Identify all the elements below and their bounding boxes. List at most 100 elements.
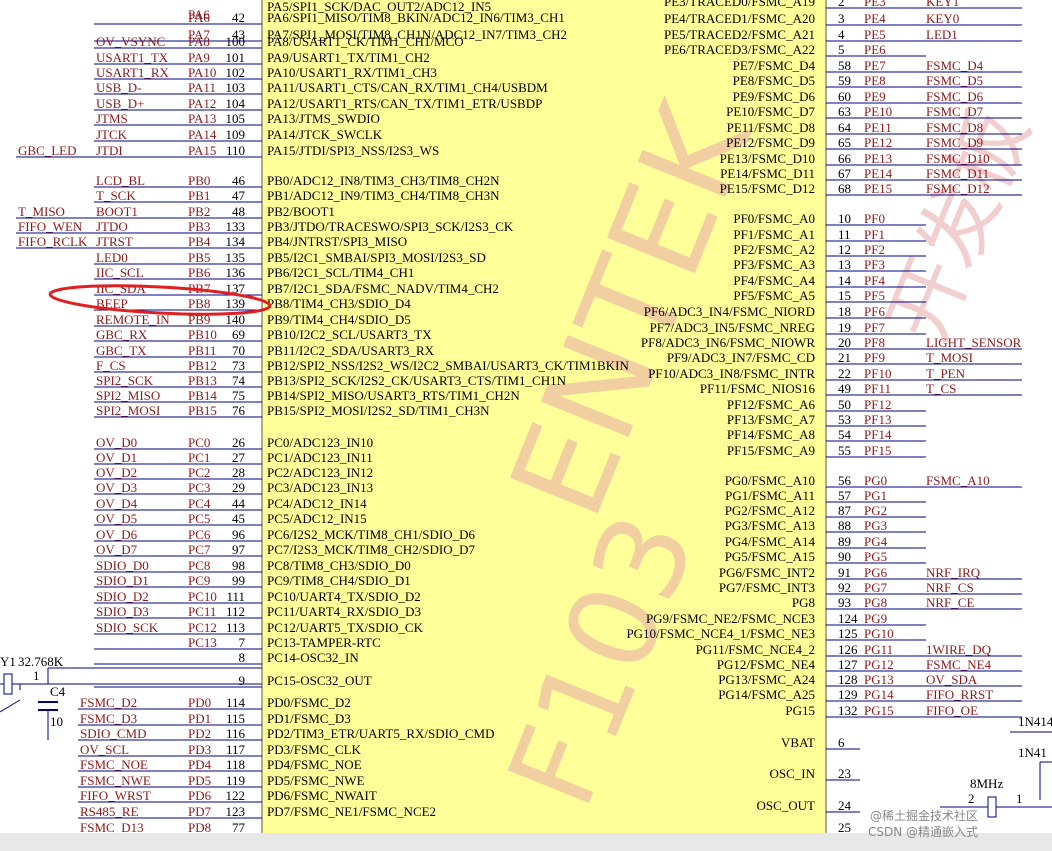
left-port-label: PD0 — [188, 695, 211, 710]
right-port-label: PE6 — [864, 42, 886, 57]
right-pin-row: PE8/FSMC_D5 59 PE8 FSMC_D5 — [733, 73, 1022, 88]
right-pin-number: 88 — [838, 518, 851, 533]
right-signal-label: FSMC_A10 — [926, 473, 990, 488]
right-signal-label: FSMC_NE4 — [926, 657, 992, 672]
right-pin-function: PG12/FSMC_NE4 — [717, 657, 816, 672]
left-pin-function: PD2/TIM3_ETR/UART5_RX/SDIO_CMD — [267, 726, 494, 741]
right-pin-row: PG9/FSMC_NE2/FSMC_NCE3 124 PG9 — [646, 611, 926, 626]
right-pin-function: PF10/ADC3_IN8/FSMC_INTR — [648, 366, 815, 381]
left-signal-label: SPI2_SCK — [96, 373, 154, 388]
left-pin-number: 45 — [232, 511, 245, 526]
left-pin-function: PA9/USART1_TX/TIM1_CH2 — [267, 50, 430, 65]
right-port-label: PE5 — [864, 27, 886, 42]
left-pin-row: FSMC_NWE PD5 119 PD5/FSMC_NWE — [78, 773, 365, 788]
left-pin-function: PA13/JTMS_SWDIO — [267, 111, 380, 126]
right-port-label: PG9 — [864, 611, 887, 626]
right-pin-row: PF8/ADC3_IN6/FSMC_NIOWR 20 PF8 LIGHT_SENSOR — [641, 335, 1022, 350]
left-pin-number: 75 — [232, 388, 245, 403]
left-signal-label: FSMC_NWE — [80, 773, 151, 788]
left-pin-function: PC9/TIM8_CH4/SDIO_D1 — [267, 573, 411, 588]
xtal-pin2: 2 — [968, 791, 975, 806]
left-pin-number: 74 — [232, 373, 246, 388]
left-pin-function: PA10/USART1_RX/TIM1_CH3 — [267, 65, 437, 80]
right-port-label: PG14 — [864, 687, 894, 702]
right-pin-function: PF13/FSMC_A7 — [727, 412, 816, 427]
left-pin-number: 101 — [226, 50, 246, 65]
right-port-label: PE12 — [864, 135, 892, 150]
left-pin-number: 46 — [232, 173, 246, 188]
left-port-label: PB4 — [188, 234, 211, 249]
right-port-label: PF3 — [864, 257, 885, 272]
left-pin-function: PC1/ADC123_IN11 — [267, 450, 373, 465]
right-port-label: PG8 — [864, 595, 887, 610]
right-port-label: PE10 — [864, 104, 892, 119]
left-pin-number: 96 — [232, 527, 246, 542]
right-port-label: PG13 — [864, 672, 894, 687]
left-signal-label: FSMC_NOE — [80, 757, 148, 772]
left-signal-label: SDIO_SCK — [96, 620, 159, 635]
left-port-label: PA10 — [188, 65, 216, 80]
left-port-label: PB0 — [188, 173, 210, 188]
right-pin-function: PE13/FSMC_D10 — [720, 151, 815, 166]
right-pin-function: PG1/FSMC_A11 — [725, 488, 815, 503]
right-pin-function: PE5/TRACED2/FSMC_A21 — [664, 27, 815, 42]
right-pin-number: 49 — [838, 381, 851, 396]
left-port-label: PB6 — [188, 265, 211, 280]
right-pin-number: 87 — [838, 503, 852, 518]
right-pin-function: PG7/FSMC_INT3 — [719, 580, 815, 595]
left-pin-function: PC15-OSC32_OUT — [267, 673, 372, 688]
left-pin-function: PD4/FSMC_NOE — [267, 757, 362, 772]
right-pin-number: 50 — [838, 397, 851, 412]
left-pin-function: PB0/ADC12_IN8/TIM3_CH3/TIM8_CH2N — [267, 173, 500, 188]
left-port-label: PD2 — [188, 726, 211, 741]
left-pin-number: 104 — [226, 96, 246, 111]
left-pin-function: PC7/I2S3_MCK/TIM8_CH2/SDIO_D7 — [267, 542, 476, 557]
left-external-net: FIFO_RCLK — [18, 234, 88, 249]
left-pin-number: 123 — [226, 804, 246, 819]
left-pin-number: 8 — [239, 650, 246, 665]
right-pin-function: PF11/FSMC_NIOS16 — [700, 381, 816, 396]
left-pin-function: PB7/I2C1_SDA/FSMC_NADV/TIM4_CH2 — [267, 281, 499, 296]
left-port-label: PC1 — [188, 450, 210, 465]
right-port-label: PF4 — [864, 273, 885, 288]
csdn-watermark-2: CSDN @精通嵌入式 — [868, 825, 978, 839]
left-port-label: PC5 — [188, 511, 210, 526]
csdn-watermark-1: @稀土掘金技术社区 — [870, 808, 978, 823]
right-port-label: PF14 — [864, 427, 892, 442]
right-pin-row: PF10/ADC3_IN8/FSMC_INTR 22 PF10 T_PEN — [648, 366, 1022, 381]
right-pin-number: 128 — [838, 672, 858, 687]
left-pin-number: 102 — [226, 65, 246, 80]
right-port-label: PF5 — [864, 288, 885, 303]
left-pin-number: 48 — [232, 204, 245, 219]
left-pin-number: 73 — [232, 358, 245, 373]
right-signal-label: LED1 — [926, 27, 958, 42]
y1-frequency: 32.768K — [18, 654, 64, 669]
right-signal-label: NRF_CS — [926, 580, 974, 595]
left-port-label: PB3 — [188, 219, 210, 234]
left-pin-number: 122 — [226, 788, 246, 803]
right-pin-row: PG12/FSMC_NE4 127 PG12 FSMC_NE4 — [717, 657, 1022, 672]
left-pin-function: PC14-OSC32_IN — [267, 650, 359, 665]
right-pin-function: PG3/FSMC_A13 — [725, 518, 815, 533]
left-pin-row: T_SCK PB1 47 PB1/ADC12_IN9/TIM3_CH4/TIM8_CH… — [94, 188, 500, 203]
right-port-label: PG0 — [864, 473, 887, 488]
left-port-label: PD1 — [188, 711, 211, 726]
right-port-label: PG12 — [864, 657, 894, 672]
right-port-label: PG11 — [864, 642, 893, 657]
left-pin-row: JTRST PB4 134 PB4/JNTRST/SPI3_MISO FIFO_RCLK — [16, 234, 407, 249]
left-pin-function: PA15/JTDI/SPI3_NSS/I2S3_WS — [267, 143, 439, 158]
left-pin-number: 135 — [226, 250, 246, 265]
right-pin-function: PG10/FSMC_NCE4_1/FSMC_NE3 — [626, 626, 815, 641]
right-signal-label: OV_SDA — [926, 672, 978, 687]
right-pin-function: PE8/FSMC_D5 — [733, 73, 815, 88]
right-port-label: PF9 — [864, 350, 885, 365]
left-port-label: PD7 — [188, 804, 212, 819]
right-pin-function: PE11/FSMC_D8 — [727, 120, 815, 135]
right-pin-function: PG9/FSMC_NE2/FSMC_NCE3 — [646, 611, 815, 626]
right-port-label: PE15 — [864, 181, 892, 196]
left-pin-row: OV_VSYNC PA8 100 PA8/USART1_CK/TIM1_CH1/MCO — [94, 34, 464, 49]
right-pin-function: PG2/FSMC_A12 — [725, 503, 815, 518]
left-pin-row: LCD_BL PB0 46 PB0/ADC12_IN8/TIM3_CH3/TIM8_C… — [94, 173, 500, 188]
left-pin-function: PC2/ADC123_IN12 — [267, 465, 373, 480]
left-pin-row: SPI2_SCK PB13 74 PB13/SPI2_SCK/I2S2_CK/USAR… — [94, 373, 567, 388]
